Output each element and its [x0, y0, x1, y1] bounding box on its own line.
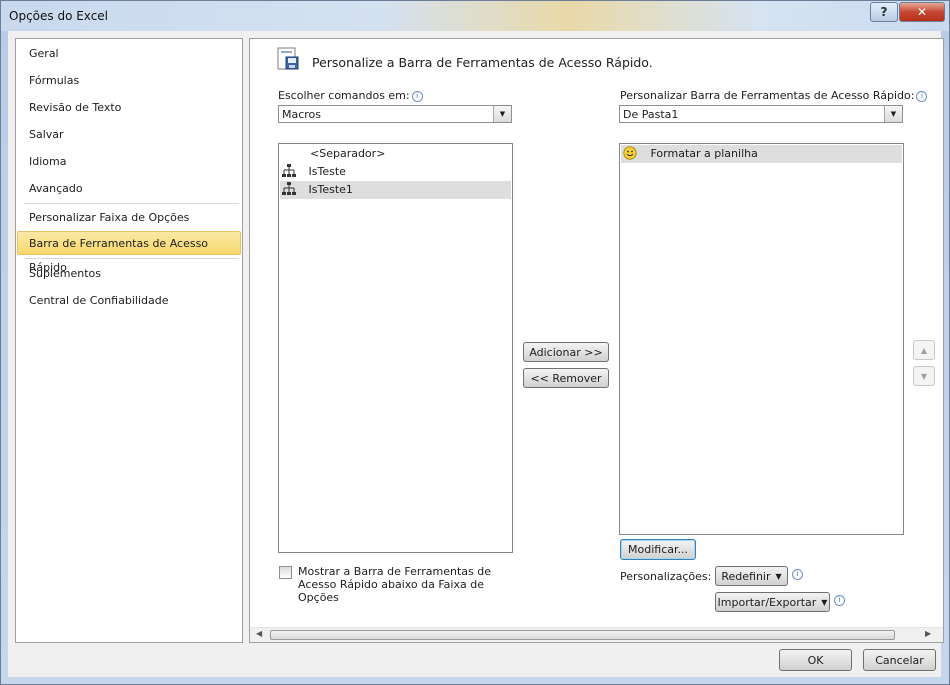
nav-item-geral[interactable]: Geral — [16, 42, 242, 66]
nav-divider — [24, 258, 239, 259]
cancel-button[interactable]: Cancelar — [863, 649, 936, 671]
category-nav: Geral Fórmulas Revisão de Texto Salvar I… — [15, 38, 243, 643]
choose-commands-label-text: Escolher comandos em: — [278, 89, 410, 102]
macro-icon — [281, 164, 297, 178]
options-dialog: Opções do Excel ? ✕ Geral Fórmulas Revis… — [0, 0, 950, 685]
remove-button-label: << Remover — [530, 371, 602, 385]
nav-item-avancado[interactable]: Avançado — [16, 177, 242, 201]
list-item-selected[interactable]: Formatar a planilha — [621, 145, 902, 163]
info-icon: i — [834, 595, 845, 606]
customize-toolbar-label-text: Personalizar Barra de Ferramentas de Ace… — [620, 89, 915, 102]
import-export-button[interactable]: Importar/Exportar ▼ — [715, 592, 830, 612]
quick-access-toolbar-icon — [277, 47, 299, 71]
window-title: Opções do Excel — [9, 9, 109, 23]
help-button[interactable]: ? — [870, 2, 898, 22]
import-export-button-label: Importar/Exportar — [717, 595, 817, 609]
modify-button[interactable]: Modificar... — [620, 539, 696, 560]
customize-toolbar-value: De Pasta1 — [623, 108, 679, 121]
nav-item-salvar[interactable]: Salvar — [16, 123, 242, 147]
info-icon: i — [411, 91, 423, 102]
modify-button-label: Modificar... — [628, 543, 688, 556]
chevron-down-icon[interactable]: ▼ — [493, 106, 511, 122]
nav-item-formulas[interactable]: Fórmulas — [16, 69, 242, 93]
info-icon: i — [916, 91, 928, 102]
move-down-button[interactable]: ▼ — [913, 366, 935, 386]
nav-item-personalizar-faixa[interactable]: Personalizar Faixa de Opções — [16, 206, 242, 230]
dropdown-arrow-icon: ▼ — [821, 597, 828, 607]
nav-item-idioma[interactable]: Idioma — [16, 150, 242, 174]
list-item-label: IsTeste1 — [308, 183, 353, 196]
customize-toolbar-label: Personalizar Barra de Ferramentas de Ace… — [620, 89, 928, 102]
reset-button[interactable]: Redefinir ▼ — [715, 566, 788, 586]
show-below-ribbon-checkbox[interactable] — [279, 566, 292, 579]
page-header: Personalize a Barra de Ferramentas de Ac… — [312, 55, 653, 70]
info-icon: i — [792, 569, 803, 580]
nav-item-confiabilidade[interactable]: Central de Confiabilidade — [16, 289, 242, 313]
move-up-button[interactable]: ▲ — [913, 340, 935, 360]
list-item-selected[interactable]: IsTeste1 — [280, 181, 511, 199]
customize-toolbar-select[interactable]: De Pasta1 ▼ — [619, 105, 903, 123]
horizontal-scrollbar[interactable]: ◀ ▶ — [250, 627, 943, 642]
choose-commands-select[interactable]: Macros ▼ — [278, 105, 512, 123]
ok-button-label: OK — [807, 653, 824, 667]
nav-item-suplementos[interactable]: Suplementos — [16, 262, 242, 286]
close-button[interactable]: ✕ — [899, 2, 945, 22]
scrollbar-thumb[interactable] — [270, 630, 895, 640]
choose-commands-label: Escolher comandos em: i — [278, 89, 423, 102]
nav-divider — [24, 203, 239, 204]
nav-item-revisao[interactable]: Revisão de Texto — [16, 96, 242, 120]
main-panel: Personalize a Barra de Ferramentas de Ac… — [249, 38, 944, 643]
chevron-down-icon[interactable]: ▼ — [884, 106, 902, 122]
macro-icon — [281, 182, 297, 196]
reset-button-label: Redefinir — [721, 569, 771, 583]
remove-button[interactable]: << Remover — [523, 368, 609, 388]
dialog-client: Geral Fórmulas Revisão de Texto Salvar I… — [8, 31, 944, 677]
personalizations-label: Personalizações: — [620, 570, 712, 583]
ok-button[interactable]: OK — [779, 649, 852, 671]
dropdown-arrow-icon: ▼ — [775, 571, 782, 581]
smiley-icon — [623, 146, 637, 160]
scroll-left-icon[interactable]: ◀ — [256, 629, 262, 638]
add-button[interactable]: Adicionar >> — [523, 342, 609, 362]
choose-commands-value: Macros — [282, 108, 322, 121]
add-button-label: Adicionar >> — [529, 345, 603, 359]
list-item[interactable]: IsTeste — [280, 163, 511, 181]
list-item-label: Formatar a planilha — [650, 147, 758, 160]
cancel-button-label: Cancelar — [875, 653, 924, 667]
show-below-ribbon-label[interactable]: Mostrar a Barra de Ferramentas de Acesso… — [298, 565, 493, 604]
title-bar: Opções do Excel ? ✕ — [1, 1, 949, 31]
nav-item-acesso-rapido[interactable]: Barra de Ferramentas de Acesso Rápido — [17, 231, 241, 274]
available-commands-list[interactable]: <Separador> IsTeste IsTeste1 — [278, 143, 513, 553]
toolbar-commands-list[interactable]: Formatar a planilha — [619, 143, 904, 535]
scroll-right-icon[interactable]: ▶ — [925, 629, 931, 638]
list-item-separator[interactable]: <Separador> — [280, 145, 511, 163]
list-item-label: IsTeste — [308, 165, 346, 178]
